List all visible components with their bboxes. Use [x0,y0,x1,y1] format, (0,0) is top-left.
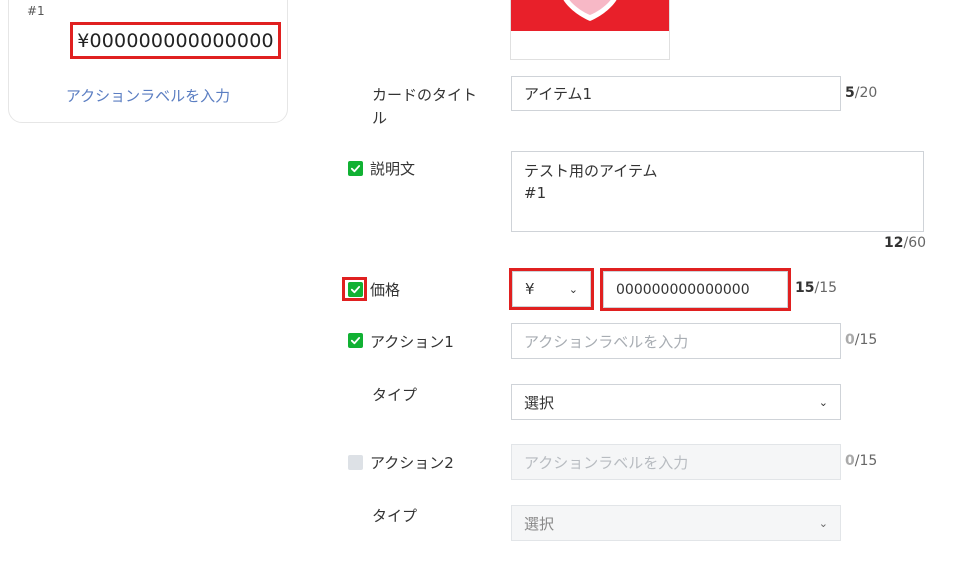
description-counter: 12/60 [884,235,926,251]
heart-icon [563,0,617,21]
price-count: 15 [795,280,815,296]
chevron-down-icon: ⌄ [568,282,578,296]
action1-checkbox[interactable] [348,333,363,348]
description-checkbox[interactable] [348,161,363,176]
description-max: /60 [903,235,927,251]
action1-input[interactable]: アクションラベルを入力 [511,323,841,359]
action2-checkbox[interactable] [348,455,363,470]
action2-label: アクション2 [370,454,454,472]
preview-item-number: #1 [27,4,45,18]
preview-action-link[interactable]: アクションラベルを入力 [8,85,288,106]
action2-type-select[interactable]: 選択 ⌄ [511,505,841,541]
action2-placeholder: アクションラベルを入力 [524,453,689,472]
description-textarea[interactable]: テスト用のアイテム #1 [511,151,924,232]
price-checkbox[interactable] [348,282,363,297]
action2-type-value: 選択 [524,514,555,533]
action1-count: 0 [845,332,855,348]
currency-value: ¥ [525,280,535,298]
action1-counter: 0/15 [845,332,877,348]
preview-price: ¥000000000000000 [70,22,281,59]
card-title-input[interactable]: アイテム1 [511,76,841,111]
action2-max: /15 [854,453,878,469]
description-label: 説明文 [370,160,416,178]
price-value: 000000000000000 [616,281,750,298]
price-max: /15 [814,280,838,296]
description-line-1: テスト用のアイテム [524,162,658,180]
check-icon [350,286,361,294]
check-icon [350,337,361,345]
action2-type-label: タイプ [372,507,418,525]
action1-placeholder: アクションラベルを入力 [524,332,689,351]
preview-price-text: ¥000000000000000 [77,29,274,52]
action1-type-value: 選択 [524,393,555,412]
action1-type-label: タイプ [372,386,418,404]
action1-label: アクション1 [370,333,454,351]
card-title-counter: 5/20 [845,85,877,101]
card-title-label: カードのタイトル [372,86,478,127]
card-title-max: /20 [854,85,878,101]
currency-select[interactable]: ¥ ⌄ [512,271,591,307]
action2-input[interactable]: アクションラベルを入力 [511,444,841,480]
chevron-down-icon: ⌄ [818,516,828,530]
card-title-value: アイテム1 [524,85,593,103]
description-count: 12 [884,235,904,251]
action2-counter: 0/15 [845,453,877,469]
card-title-count: 5 [845,85,855,101]
price-input[interactable]: 000000000000000 [603,271,788,308]
chevron-down-icon: ⌄ [818,395,828,409]
price-counter: 15/15 [795,280,837,296]
action1-type-select[interactable]: 選択 ⌄ [511,384,841,420]
action1-max: /15 [854,332,878,348]
card-image[interactable] [510,0,670,60]
check-icon [350,165,361,173]
action2-count: 0 [845,453,855,469]
price-label: 価格 [370,281,401,299]
description-line-2: #1 [524,184,547,202]
